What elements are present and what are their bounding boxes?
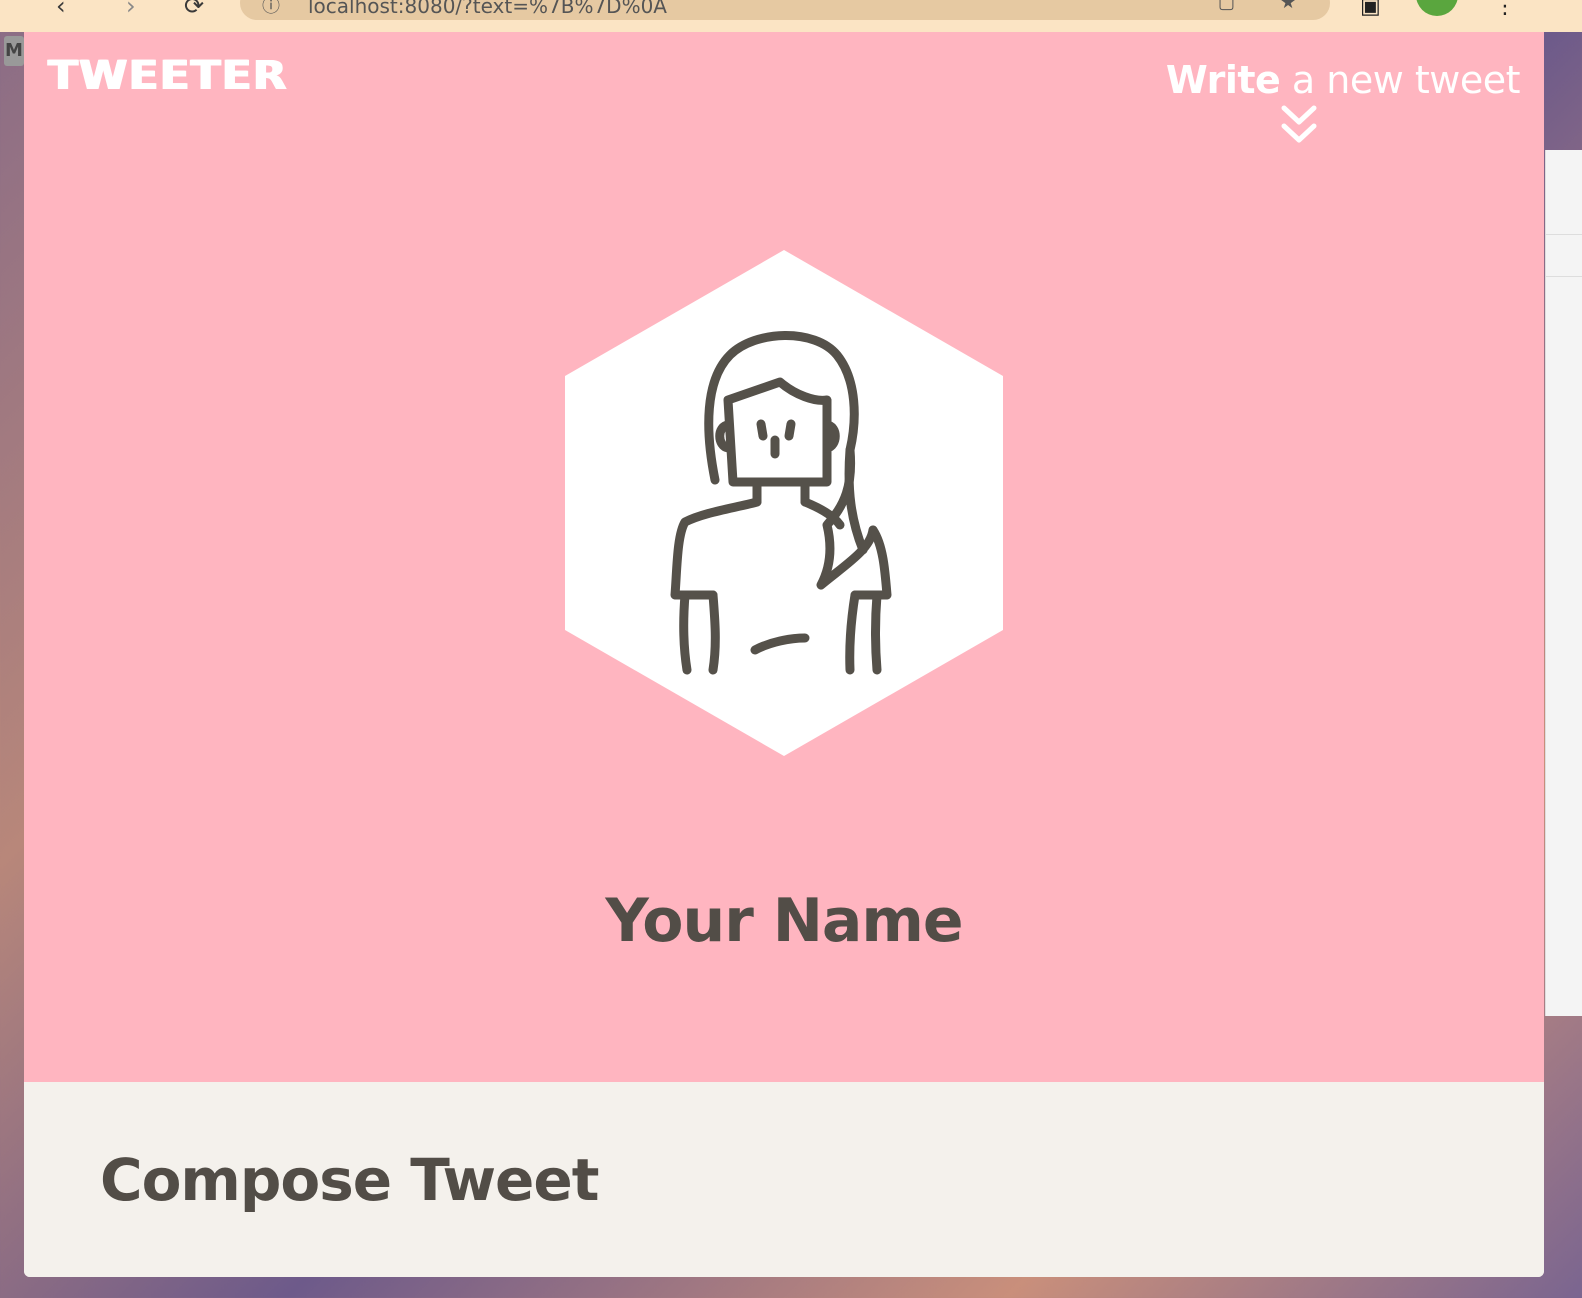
side-tab[interactable]: M xyxy=(4,36,24,66)
chevron-double-down-icon[interactable] xyxy=(1281,104,1317,148)
app-window: TWEETER Write a new tweet Your Name Comp… xyxy=(24,32,1544,1277)
write-new-tweet-label: Write a new tweet xyxy=(1165,58,1521,102)
profile-name: Your Name xyxy=(605,886,963,956)
browser-toolbar: ‹ › ⟳ ⓘ localhost:8080/?text=%7B%7D%0A ▢… xyxy=(0,0,1582,32)
write-new-tweet-link[interactable]: Write a new tweet xyxy=(1166,58,1520,148)
avatar xyxy=(565,250,1003,756)
reload-icon[interactable]: ⟳ xyxy=(184,0,204,20)
extensions-icon[interactable]: ▣ xyxy=(1360,0,1381,19)
compose-section: Compose Tweet xyxy=(24,1082,1544,1277)
cta-strong-text: Write xyxy=(1165,58,1281,102)
back-icon[interactable]: ‹ xyxy=(56,0,66,20)
address-text: localhost:8080/?text=%7B%7D%0A xyxy=(308,0,667,18)
person-avatar-icon xyxy=(565,250,1003,756)
forward-icon[interactable]: › xyxy=(126,0,136,20)
bookmark-star-icon[interactable]: ★ xyxy=(1280,0,1296,13)
background-window-edge xyxy=(1545,150,1582,1016)
compose-title: Compose Tweet xyxy=(100,1146,599,1214)
address-bar[interactable]: ⓘ localhost:8080/?text=%7B%7D%0A ▢ ★ xyxy=(240,0,1330,20)
site-info-icon[interactable]: ⓘ xyxy=(262,0,280,18)
profile-hero: TWEETER Write a new tweet Your Name xyxy=(24,32,1544,1082)
cta-light-text: a new tweet xyxy=(1280,58,1521,102)
share-icon[interactable]: ▢ xyxy=(1218,0,1235,13)
app-logo[interactable]: TWEETER xyxy=(48,52,288,99)
menu-kebab-icon[interactable]: ⋮ xyxy=(1494,0,1516,19)
profile-avatar[interactable] xyxy=(1416,0,1458,16)
